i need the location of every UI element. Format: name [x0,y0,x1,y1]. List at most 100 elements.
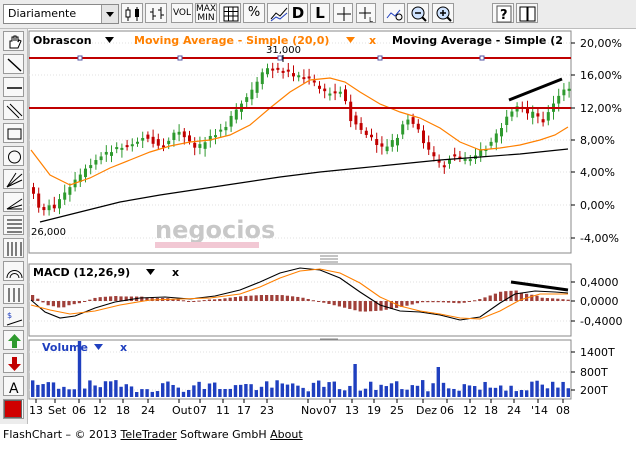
volume-bar [457,390,461,397]
volume-bar [473,386,477,397]
x-tick-label: 06 [440,404,454,417]
y-tick-label: 8,00% [580,134,615,147]
candle-body [172,132,176,141]
volume-bar [551,381,555,397]
macd-histogram-bar [317,301,321,302]
volume-bar [72,389,76,397]
x-tick-label: 23 [260,404,274,417]
volume-bar [436,367,440,397]
y-tick-label: 4,00% [580,166,615,179]
macd-histogram-bar [332,301,336,306]
chart-canvas: negocios Obrascon Moving Average - Simpl… [28,30,622,417]
candle-body [42,207,46,211]
macd-histogram-bar [270,295,274,301]
volume-bar [109,381,113,397]
macd-histogram-bar [462,301,466,303]
macd-histogram-bar [83,301,87,302]
macd-y-axis: 0,4000 0,0000 -0,4000 [571,276,622,328]
volume-bar [332,381,336,397]
macd-histogram-bar [291,296,295,301]
candle-body [292,73,295,77]
line-anchor-handle[interactable] [77,55,83,61]
candle-body [541,119,545,123]
candle-body [250,89,254,100]
ma20-close-icon[interactable]: x [369,34,376,47]
macd-label: MACD (12,26,9) [33,266,130,279]
macd-histogram-bar [239,296,243,301]
line-anchor-handle[interactable] [479,55,485,61]
volume-bar [254,390,258,397]
volume-bar [98,387,102,397]
macd-close-icon[interactable]: x [172,266,179,279]
candle-body [344,89,347,102]
volume-bar [36,384,40,397]
volume-bar [384,386,388,397]
macd-histogram-bar [51,301,55,307]
candle-body [536,113,540,117]
volume-bar [41,384,45,397]
macd-histogram-bar [244,295,248,301]
volume-bar [540,384,544,397]
candle-body [276,67,280,70]
volume-bar [478,389,482,397]
macd-histogram-bar [499,291,503,301]
candle-body [125,145,129,148]
volume-bar [358,390,362,397]
volume-bar [499,385,503,397]
volume-bar [202,388,206,397]
candle-body [115,147,119,150]
y-tick-label: -0,4000 [580,315,622,328]
candle-body [203,142,207,149]
macd-histogram-bar [337,301,341,307]
macd-histogram-bar [561,299,565,301]
y-tick-label: 0,00% [580,199,615,212]
y-tick-label: 200T [580,384,608,397]
line-anchor-handle[interactable] [177,55,183,61]
flashchart-window: Diariamente VOL MAX MIN % D L L ? $ A ne… [0,0,636,450]
panel-splitter[interactable] [320,255,338,263]
macd-histogram-bar [98,297,102,301]
candle-body [364,130,368,135]
macd-histogram-bar [358,301,362,312]
volume-bar [509,385,513,397]
volume-bar [317,380,321,397]
x-tick-label: Out [172,404,193,417]
line-anchor-handle[interactable] [277,55,283,61]
macd-histogram-bar [467,301,471,302]
volume-bar [535,380,539,397]
candle-body [489,141,493,146]
candle-body [89,165,93,169]
macd-histogram-bar [322,301,326,303]
volume-bar [192,385,196,397]
macd-histogram-bar [566,299,570,301]
macd-histogram-bar [207,299,211,301]
volume-bar [306,391,310,397]
candle-body [463,158,467,161]
candle-body [219,129,223,132]
volume-close-icon[interactable]: x [120,341,127,354]
line-anchor-handle[interactable] [377,55,383,61]
volume-bar [462,384,466,397]
candle-body [453,154,457,157]
teletrader-link[interactable]: TeleTrader [121,428,177,441]
macd-histogram-bar [280,295,284,301]
volume-bar [493,387,498,397]
volume-bar [181,391,186,397]
volume-bar [218,389,222,397]
candle-body [375,139,379,145]
candle-body [68,187,72,195]
y-tick-label: 20,00% [580,37,622,50]
volume-bar [166,381,170,397]
panel-splitter-2[interactable] [320,335,338,340]
candle-body [32,187,35,194]
candle-body [359,123,363,130]
volume-bar [379,384,383,397]
candle-body [333,91,337,94]
macd-histogram-bar [103,296,107,301]
candle-body [500,128,503,137]
about-link[interactable]: About [270,428,303,441]
candle-body [224,126,228,131]
macd-histogram-bar [431,301,435,303]
volume-bar [296,385,300,397]
macd-histogram-bar [301,297,305,301]
